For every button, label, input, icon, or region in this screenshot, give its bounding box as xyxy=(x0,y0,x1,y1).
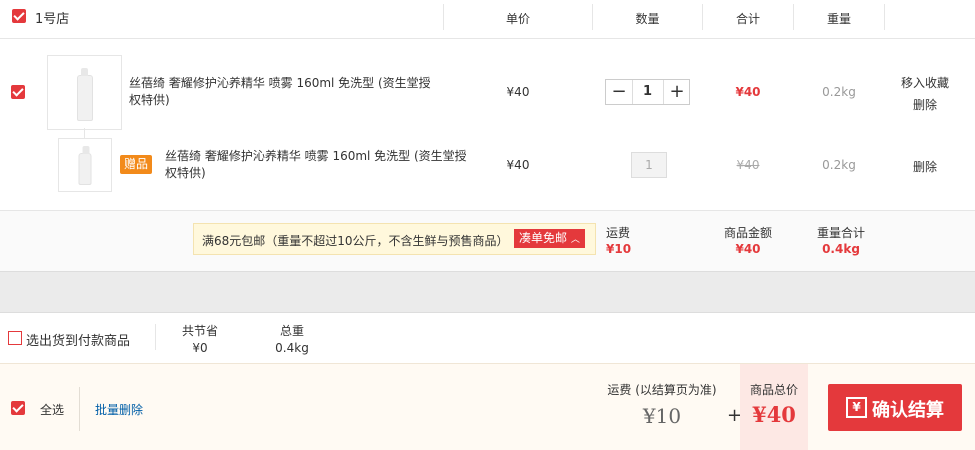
promo-button[interactable]: 凑单免邮 ︿ xyxy=(514,229,585,248)
select-all-checkbox[interactable] xyxy=(11,401,25,415)
saved-label: 共节省 xyxy=(181,324,218,338)
total-price-label: 商品总价 xyxy=(749,383,798,397)
gift-bottle-icon xyxy=(78,146,92,185)
thumb-connector xyxy=(84,128,85,138)
footer-shipping-value: ¥10 xyxy=(642,404,682,428)
weight-total-label: 重量合计 xyxy=(816,226,865,240)
checkout-label: 确认结算 xyxy=(872,400,944,421)
delete-gift-link[interactable]: 删除 xyxy=(885,158,965,175)
delete-item-link[interactable]: 删除 xyxy=(885,96,965,113)
item-price: ¥40 xyxy=(506,85,530,99)
goods-amount-value: ¥40 xyxy=(735,242,761,256)
total-weight-value: 0.4kg xyxy=(275,341,309,355)
store-name: 1号店 xyxy=(35,12,70,27)
col-qty-header: 数量 xyxy=(635,12,660,26)
header-divider xyxy=(884,4,885,30)
gift-total: ¥40 xyxy=(736,158,760,172)
store-summary: 满68元包邮（重量不超过10公斤，不含生鲜与预售商品） 凑单免邮 ︿ 运费 ¥1… xyxy=(0,211,975,271)
select-all-label[interactable]: 全选 xyxy=(40,401,64,418)
saved-value: ¥0 xyxy=(192,341,208,355)
product-title-link[interactable]: 丝蓓绮 奢耀修护沁养精华 喷雾 160ml 免洗型 (资生堂授权特供) xyxy=(129,75,434,109)
gift-quantity: 1 xyxy=(631,152,667,178)
section-gap xyxy=(0,272,975,312)
move-to-favorites-link[interactable]: 移入收藏 xyxy=(885,74,965,91)
item-total: ¥40 xyxy=(735,85,761,99)
cod-checkbox-label[interactable]: 选出货到付款商品 xyxy=(26,330,130,349)
col-price-header: 单价 xyxy=(505,12,530,26)
gift-title-link[interactable]: 丝蓓绮 奢耀修护沁养精华 喷雾 160ml 免洗型 (资生堂授权特供) xyxy=(165,148,477,182)
total-price-value: ¥40 xyxy=(752,402,796,427)
shipping-label: 运费 xyxy=(606,226,631,240)
gift-image xyxy=(58,138,112,192)
footer-shipping-label: 运费 (以结算页为准) xyxy=(607,383,717,397)
item-checkbox[interactable] xyxy=(11,85,25,99)
cod-divider xyxy=(155,324,156,350)
decrease-button[interactable]: − xyxy=(606,80,633,104)
yuan-icon: ¥ xyxy=(846,397,867,418)
footer-divider xyxy=(79,387,80,431)
promo-banner: 满68元包邮（重量不超过10公斤，不含生鲜与预售商品） 凑单免邮 ︿ xyxy=(193,223,596,255)
total-price-box: 商品总价 ¥40 xyxy=(740,364,808,450)
col-total-header: 合计 xyxy=(735,12,760,26)
shipping-value: ¥10 xyxy=(606,242,632,256)
divider xyxy=(0,38,975,39)
checkout-button[interactable]: ¥ 确认结算 xyxy=(828,384,962,431)
promo-button-label: 凑单免邮 xyxy=(519,231,568,245)
footer-bar: 全选 批量删除 运费 (以结算页为准) ¥10 + 商品总价 ¥40 ¥ 确认结… xyxy=(0,363,975,450)
quantity-input[interactable]: 1 xyxy=(633,80,662,104)
gift-badge: 赠品 xyxy=(120,155,153,174)
total-weight-label: 总重 xyxy=(279,324,304,338)
increase-button[interactable]: + xyxy=(663,80,690,104)
cod-checkbox[interactable] xyxy=(8,331,22,345)
item-weight: 0.2kg xyxy=(822,85,856,99)
chevron-up-icon: ︿ xyxy=(570,235,580,245)
product-bottle-icon xyxy=(76,68,93,121)
product-image[interactable] xyxy=(47,55,122,130)
goods-amount-label: 商品金额 xyxy=(723,226,772,240)
store-checkbox[interactable] xyxy=(12,9,26,23)
batch-delete-link[interactable]: 批量删除 xyxy=(95,401,143,418)
quantity-stepper: − 1 + xyxy=(605,79,690,105)
gift-weight: 0.2kg xyxy=(822,158,856,172)
cod-bar: 选出货到付款商品 共节省 ¥0 总重 0.4kg xyxy=(0,313,975,363)
gift-price: ¥40 xyxy=(506,158,530,172)
promo-text: 满68元包邮（重量不超过10公斤，不含生鲜与预售商品） xyxy=(202,234,509,248)
cart-header: 1号店 单价 数量 合计 重量 xyxy=(0,0,975,38)
col-weight-header: 重量 xyxy=(826,12,851,26)
weight-total-value: 0.4kg xyxy=(822,242,860,256)
